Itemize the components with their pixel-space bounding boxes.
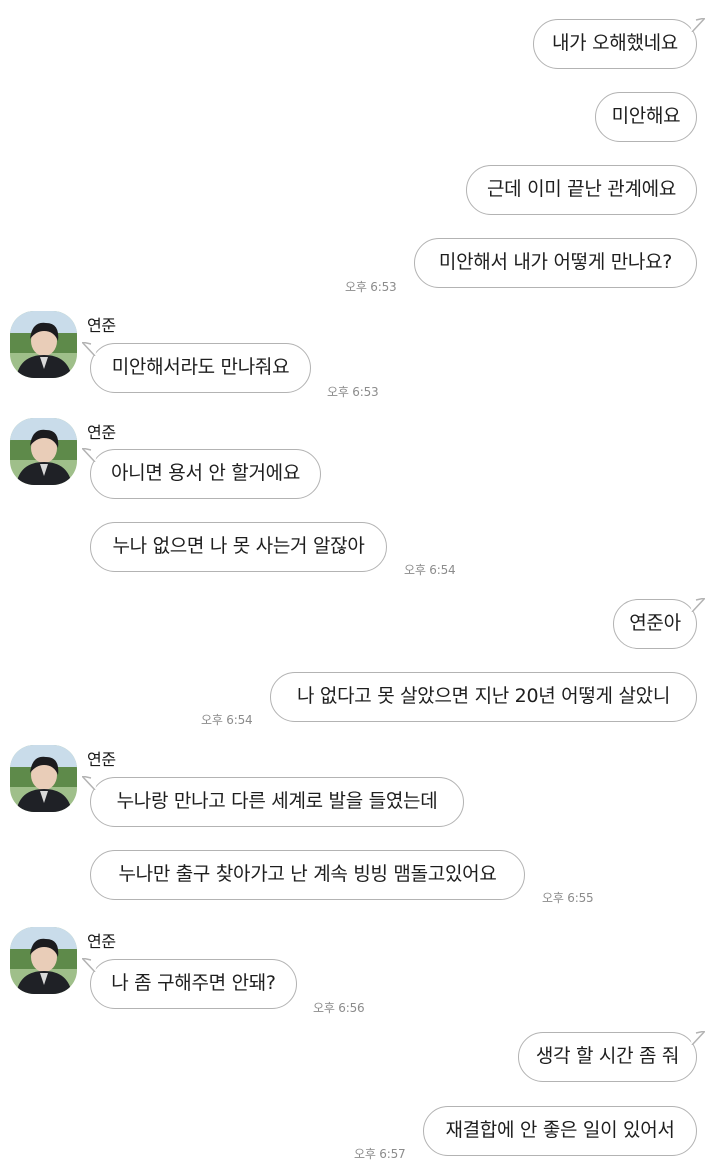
avatar-photo-icon xyxy=(10,418,77,485)
outgoing-message-bubble[interactable]: 나 없다고 못 살았으면 지난 20년 어떻게 살았니 xyxy=(270,672,697,722)
sender-name: 연준 xyxy=(87,423,116,442)
message-text: 근데 이미 끝난 관계에요 xyxy=(486,178,677,200)
message-text: 연준아 xyxy=(629,612,681,634)
bubble-tail-icon xyxy=(82,776,98,790)
avatar-photo-icon xyxy=(10,311,77,378)
sender-name: 연준 xyxy=(87,316,116,335)
bubble-tail-icon xyxy=(689,598,705,612)
message-text: 누나만 출구 찾아가고 난 계속 빙빙 맴돌고있어요 xyxy=(118,863,497,885)
message-text: 내가 오해했네요 xyxy=(551,32,678,54)
outgoing-message-bubble[interactable]: 생각 할 시간 좀 줘 xyxy=(518,1031,705,1082)
message-text: 아니면 용서 안 할거에요 xyxy=(110,462,301,484)
message-text: 미안해서라도 만나줘요 xyxy=(111,356,290,378)
message-text: 생각 할 시간 좀 줘 xyxy=(535,1045,680,1067)
message-timestamp: 오후 6:57 xyxy=(354,1147,406,1161)
message-text: 미안해요 xyxy=(611,105,681,127)
outgoing-message-bubble[interactable]: 근데 이미 끝난 관계에요 xyxy=(466,165,697,215)
incoming-message-bubble[interactable]: 나 좀 구해주면 안돼? xyxy=(82,958,297,1009)
outgoing-message-bubble[interactable]: 미안해요 xyxy=(595,92,697,142)
message-timestamp: 오후 6:53 xyxy=(345,280,397,294)
sender-name: 연준 xyxy=(87,932,116,951)
incoming-message-bubble[interactable]: 누나랑 만나고 다른 세계로 발을 들였는데 xyxy=(82,776,464,827)
message-timestamp: 오후 6:53 xyxy=(327,385,379,399)
message-timestamp: 오후 6:56 xyxy=(313,1001,365,1015)
sender-name: 연준 xyxy=(87,750,116,769)
profile-avatar[interactable] xyxy=(10,745,77,812)
bubble-tail-icon xyxy=(689,1031,705,1045)
outgoing-message-bubble[interactable]: 내가 오해했네요 xyxy=(533,18,705,69)
profile-avatar[interactable] xyxy=(10,418,77,485)
bubble-tail-icon xyxy=(82,342,98,356)
incoming-message-bubble[interactable]: 아니면 용서 안 할거에요 xyxy=(82,448,321,499)
avatar-photo-icon xyxy=(10,745,77,812)
chat-view[interactable]: 내가 오해했네요 미안해요 근데 이미 끝난 관계에요 미안해서 내가 어떻게 … xyxy=(0,0,720,1167)
message-text: 재결합에 안 좋은 일이 있어서 xyxy=(445,1119,675,1141)
bubble-tail-icon xyxy=(82,958,98,972)
bubble-tail-icon xyxy=(82,448,98,462)
message-text: 미안해서 내가 어떻게 만나요? xyxy=(438,251,673,273)
incoming-message-bubble[interactable]: 누나 없으면 나 못 사는거 알잖아 xyxy=(90,522,387,572)
outgoing-message-bubble[interactable]: 미안해서 내가 어떻게 만나요? xyxy=(414,238,697,288)
profile-avatar[interactable] xyxy=(10,311,77,378)
message-timestamp: 오후 6:55 xyxy=(542,891,594,905)
message-text: 누나랑 만나고 다른 세계로 발을 들였는데 xyxy=(116,790,438,812)
incoming-message-bubble[interactable]: 누나만 출구 찾아가고 난 계속 빙빙 맴돌고있어요 xyxy=(90,850,525,900)
message-text: 나 없다고 못 살았으면 지난 20년 어떻게 살았니 xyxy=(297,685,670,707)
message-timestamp: 오후 6:54 xyxy=(404,563,456,577)
outgoing-message-bubble[interactable]: 재결합에 안 좋은 일이 있어서 xyxy=(423,1106,697,1156)
incoming-message-bubble[interactable]: 미안해서라도 만나줘요 xyxy=(82,342,311,393)
profile-avatar[interactable] xyxy=(10,927,77,994)
bubble-tail-icon xyxy=(689,18,705,32)
message-text: 누나 없으면 나 못 사는거 알잖아 xyxy=(112,535,365,557)
message-timestamp: 오후 6:54 xyxy=(201,713,253,727)
message-text: 나 좀 구해주면 안돼? xyxy=(111,972,276,994)
avatar-photo-icon xyxy=(10,927,77,994)
outgoing-message-bubble[interactable]: 연준아 xyxy=(613,598,705,649)
